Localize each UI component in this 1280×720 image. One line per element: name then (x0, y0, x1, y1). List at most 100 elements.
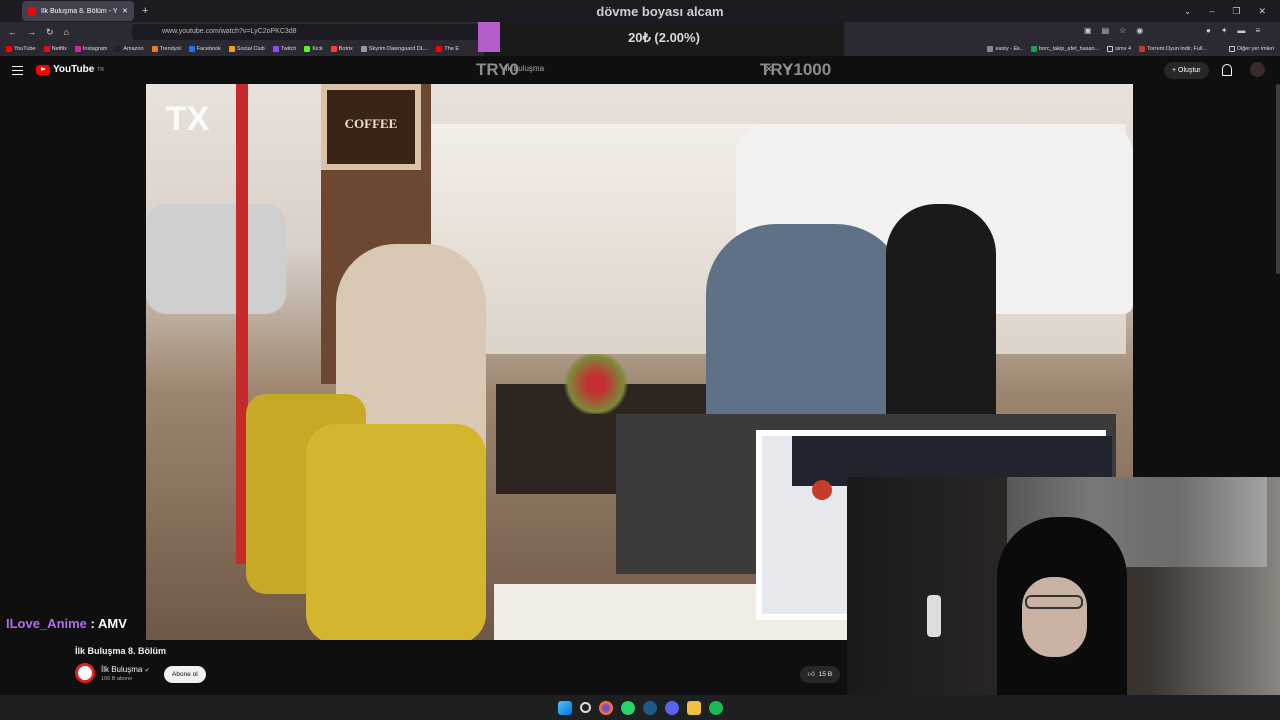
webcam-glasses (1025, 595, 1083, 609)
coffee-sign: COFFEE (321, 84, 421, 170)
bookmark-item[interactable]: Amazon (115, 46, 144, 52)
pip-icon[interactable]: ▣ (1084, 26, 1092, 35)
video-scene-chair (306, 424, 486, 640)
bookmark-favicon-icon (1139, 46, 1146, 52)
youtube-play-icon (36, 64, 50, 75)
steam-icon[interactable] (642, 700, 657, 715)
account-avatar[interactable] (1250, 62, 1265, 77)
bookmark-item[interactable]: easty - Ek.. (987, 46, 1023, 52)
bookmark-favicon-icon (272, 46, 279, 52)
nav-extension-icons: ▣ ▤ ☆ ◉ (1084, 26, 1143, 35)
bookmark-item[interactable]: Trendyol (151, 46, 181, 52)
bookmark-item[interactable]: borc_takip_afet_hasan... (1030, 46, 1099, 52)
verified-check-icon: ✔ (144, 668, 150, 674)
windows-taskbar (0, 695, 1280, 720)
bookmark-item[interactable]: Botrix (330, 46, 353, 52)
windows-start-icon[interactable] (557, 700, 572, 715)
tab-list-icon[interactable]: ⌄ (1184, 6, 1192, 17)
video-scene-person (886, 204, 996, 444)
bookmark-favicon-icon (115, 46, 122, 52)
video-scene-flowers (561, 354, 631, 414)
hamburger-menu-icon[interactable] (12, 66, 23, 75)
home-icon[interactable]: ⌂ (64, 27, 69, 37)
song-name: AMV (98, 616, 127, 631)
youtube-logo[interactable]: YouTube TR (36, 64, 104, 75)
window-controls: ⌄ – ❐ ✕ (1184, 0, 1280, 22)
bookmark-favicon-icon (228, 46, 235, 52)
bookmark-favicon-icon (304, 46, 311, 52)
webcam-overlay (847, 477, 1280, 720)
search-input[interactable]: ilk buluşma (480, 58, 800, 80)
bookmark-favicon-icon (360, 46, 367, 52)
subscribe-button[interactable]: Abone ol (164, 666, 206, 683)
bookmark-item[interactable]: Torrent Oyun indir, Full... (1139, 46, 1207, 52)
tab-title: İlk Buluşma 8. Bölüm - You (41, 7, 118, 15)
notifications-bell-icon[interactable] (1222, 64, 1232, 76)
bookmark-favicon-icon (74, 46, 81, 52)
subscriber-count: 106 B abone (101, 676, 133, 682)
bookmark-favicon-icon (436, 46, 443, 52)
video-scene-car-left (146, 204, 286, 314)
folder-icon (1229, 46, 1236, 52)
folder-icon (1107, 46, 1114, 52)
extensions-icon[interactable]: ✦ (1221, 26, 1228, 35)
file-explorer-icon[interactable] (686, 700, 701, 715)
goal-min-label: TRY0 (476, 60, 519, 79)
goal-amount: 20₺ (2.00%) (628, 30, 700, 45)
forward-icon[interactable]: → (27, 27, 36, 37)
reload-icon[interactable]: ↻ (46, 27, 54, 38)
toolbar-right-icons: ● ✦ ▬ ≡ (1206, 26, 1260, 35)
firefox-icon[interactable] (598, 700, 613, 715)
screenshot-icon[interactable]: ◉ (1136, 26, 1143, 35)
thumbs-up-icon: 👍︎ (808, 671, 815, 678)
profile-icon[interactable]: ● (1206, 26, 1211, 35)
reader-icon[interactable]: ▤ (1102, 26, 1110, 35)
bookmark-favicon-icon (330, 46, 337, 52)
song-separator: : (86, 616, 98, 631)
search-icon[interactable] (579, 702, 591, 713)
video-title: İlk Buluşma 8. Bölüm (75, 646, 167, 656)
restore-icon[interactable]: ❐ (1232, 6, 1240, 17)
bookmark-favicon-icon (987, 46, 994, 52)
app-menu-icon[interactable]: ≡ (1256, 26, 1261, 35)
song-requester: ILove_Anime (6, 616, 87, 631)
now-playing-overlay: ILove_Anime : AMV (6, 616, 127, 631)
bookmark-item[interactable]: Twitch (272, 46, 296, 52)
webcam-streamer-face (1022, 577, 1087, 657)
bookmark-item[interactable]: YouTube (6, 46, 36, 52)
back-icon[interactable]: ← (8, 27, 17, 37)
bookmark-item[interactable]: Netflix (43, 46, 67, 52)
bookmark-folder[interactable]: sims 4 (1107, 46, 1131, 52)
bookmark-item[interactable]: Instagram (74, 46, 107, 52)
browser-tab[interactable]: İlk Buluşma 8. Bölüm - You ✕ (22, 1, 134, 21)
minimize-icon[interactable]: – (1209, 6, 1214, 16)
create-button[interactable]: + Oluştur (1164, 62, 1209, 79)
channel-name[interactable]: İlk Buluşma ✔ (101, 665, 150, 674)
close-window-icon[interactable]: ✕ (1258, 6, 1266, 17)
bookmark-star-icon[interactable]: ☆ (1119, 26, 1126, 35)
bookmark-favicon-icon (1030, 46, 1037, 52)
bookmark-item[interactable]: Kick (304, 46, 323, 52)
page-scrollbar[interactable] (1276, 84, 1280, 274)
discord-icon[interactable] (664, 700, 679, 715)
bookmarks-right: easty - Ek.. borc_takip_afet_hasan... si… (987, 42, 1274, 56)
other-bookmarks[interactable]: Diğer yer imleri (1229, 46, 1274, 52)
new-tab-icon[interactable]: + (142, 5, 148, 17)
bookmark-item[interactable]: Skyrim Dawnguard DL... (360, 46, 428, 52)
goal-max-label: TRY1000 (760, 60, 832, 79)
bookmark-favicon-icon (43, 46, 50, 52)
channel-avatar[interactable] (75, 663, 95, 683)
bookmark-item[interactable]: The E (436, 46, 459, 52)
whatsapp-icon[interactable] (620, 700, 635, 715)
spotify-icon[interactable] (708, 700, 723, 715)
embedded-channel-logo-icon (812, 480, 832, 500)
bookmark-item[interactable]: Social Club (228, 46, 265, 52)
address-bar[interactable]: www.youtube.com/watch?v=LyC2oPKC3d8 (132, 24, 482, 40)
like-button[interactable]: 👍︎ 15 B (800, 666, 841, 683)
youtube-favicon-icon (28, 7, 36, 15)
bookmark-favicon-icon (188, 46, 195, 52)
webcam-bottle (927, 595, 941, 637)
close-tab-icon[interactable]: ✕ (122, 7, 128, 15)
flag-icon[interactable]: ▬ (1238, 26, 1246, 35)
bookmark-item[interactable]: Facebook (188, 46, 221, 52)
